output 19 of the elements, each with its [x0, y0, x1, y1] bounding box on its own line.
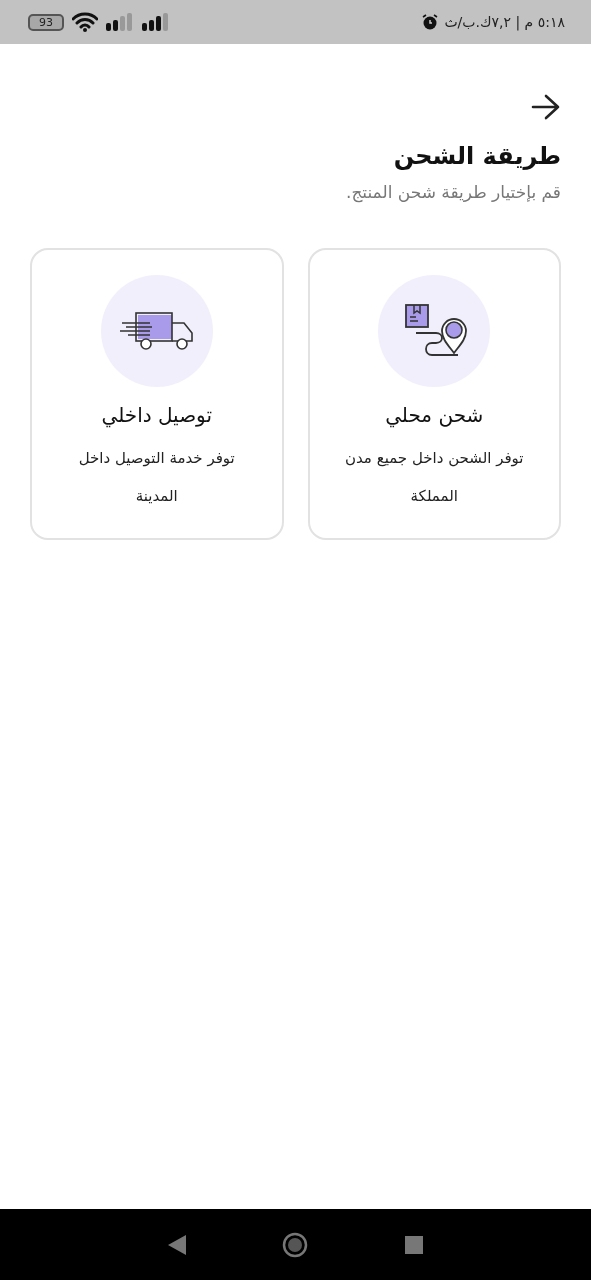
recents-icon[interactable]: [404, 1235, 423, 1254]
option-title: شحن محلي: [385, 403, 484, 427]
status-time: ٥:١٨ م | ٧,٢ك.ب/ث: [444, 14, 565, 30]
page-subtitle: قم بإختيار طريقة شحن المنتج.: [345, 182, 561, 202]
wifi-icon: [72, 12, 98, 32]
page-title: طريقة الشحن: [392, 142, 561, 170]
battery-indicator: 93: [28, 13, 64, 31]
delivery-truck-icon: [119, 311, 194, 351]
option-description: توفر الشحن داخل جميع مدن المملكة: [344, 448, 525, 507]
option-title: توصيل داخلي: [101, 403, 213, 427]
option-description: توفر خدمة التوصيل داخل المدينة: [77, 448, 236, 507]
home-icon[interactable]: [282, 1231, 309, 1258]
back-arrow-icon[interactable]: [531, 94, 561, 120]
shipping-option-card[interactable]: توصيل داخلي توفر خدمة التوصيل داخل المدينة: [30, 248, 284, 540]
signal-icon: [106, 13, 134, 31]
signal-icon: [142, 13, 170, 31]
alarm-icon: [422, 14, 439, 30]
back-icon[interactable]: [168, 1234, 187, 1255]
shipping-option-card[interactable]: شحن محلي توفر الشحن داخل جميع مدن المملكة: [307, 248, 561, 540]
